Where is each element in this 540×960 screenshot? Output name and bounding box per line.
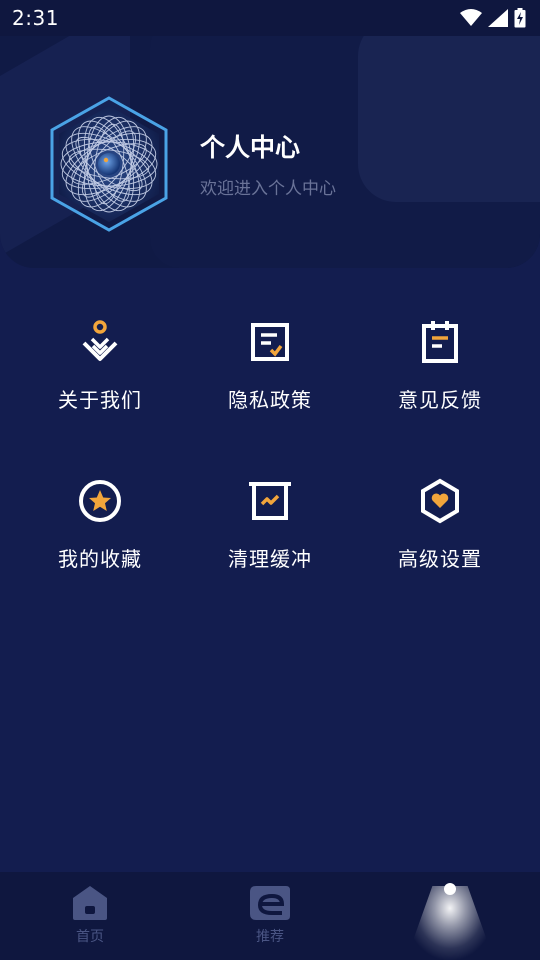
battery-charging-icon [514, 8, 526, 28]
menu-label: 关于我们 [58, 388, 142, 412]
active-nav-glow [406, 886, 494, 960]
nav-item-recommend[interactable]: 推荐 [180, 872, 360, 960]
nav-label-home: 首页 [76, 929, 104, 945]
menu-item-clear-cache[interactable]: 清理缓冲 [185, 477, 355, 572]
recommend-icon [250, 886, 290, 920]
menu-label: 隐私政策 [228, 388, 312, 412]
bottom-nav: 首页 推荐 [0, 872, 540, 960]
favorites-star-icon [76, 477, 124, 525]
status-icons [460, 8, 526, 28]
status-time: 2:31 [12, 6, 59, 30]
nav-item-home[interactable]: 首页 [0, 872, 180, 960]
menu-label: 我的收藏 [58, 547, 142, 571]
menu-label: 意见反馈 [398, 388, 482, 412]
wifi-icon [460, 9, 482, 26]
menu-item-favorites[interactable]: 我的收藏 [15, 477, 185, 572]
profile-subtitle: 欢迎进入个人中心 [200, 179, 336, 199]
menu-label: 清理缓冲 [228, 547, 312, 571]
status-bar: 2:31 [0, 0, 540, 36]
about-icon [76, 318, 124, 366]
profile-icon [444, 883, 456, 895]
signal-icon [488, 9, 508, 27]
menu-item-feedback[interactable]: 意见反馈 [355, 318, 525, 413]
menu-label: 高级设置 [398, 547, 482, 571]
feedback-icon [416, 318, 464, 366]
nav-label-recommend: 推荐 [256, 929, 284, 945]
profile-info: 个人中心 欢迎进入个人中心 [200, 128, 336, 199]
avatar[interactable] [46, 94, 172, 234]
header-decoration [358, 18, 540, 202]
menu-grid: 关于我们 隐私政策 意见反馈 我的收藏 清理缓冲 高级设置 [15, 318, 525, 572]
profile-title: 个人中心 [200, 133, 301, 162]
advanced-settings-icon [416, 477, 464, 525]
menu-item-privacy-policy[interactable]: 隐私政策 [185, 318, 355, 413]
home-icon [73, 886, 107, 920]
privacy-policy-icon [246, 318, 294, 366]
header-panel: 个人中心 欢迎进入个人中心 [0, 0, 540, 268]
clear-cache-icon [246, 477, 294, 525]
menu-item-about-us[interactable]: 关于我们 [15, 318, 185, 413]
nav-item-profile[interactable] [360, 872, 540, 960]
menu-item-advanced-settings[interactable]: 高级设置 [355, 477, 525, 572]
